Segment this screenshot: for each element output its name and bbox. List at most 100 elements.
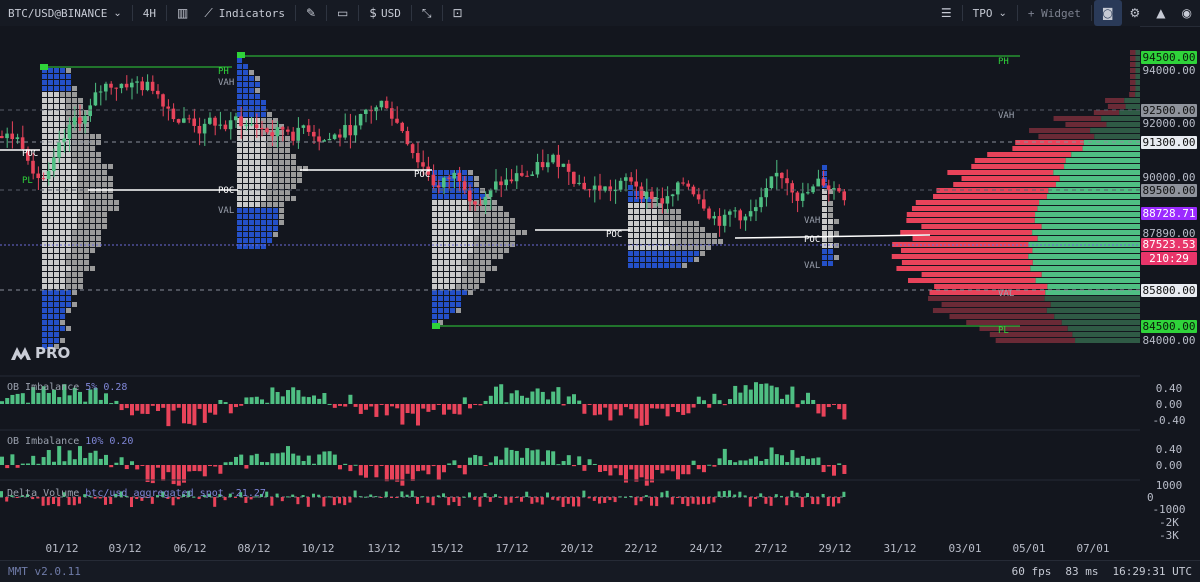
volume-profile-bar (1124, 98, 1140, 103)
interval-label: 4H (142, 6, 156, 20)
chart-canvas[interactable] (0, 26, 1200, 560)
account-button[interactable]: ◉ (1174, 0, 1200, 26)
tpo-block (456, 290, 461, 295)
tpo-block (60, 158, 65, 163)
candle-body (556, 154, 560, 167)
tpo-block (96, 194, 101, 199)
tpo-block (48, 128, 53, 133)
ob-imbalance-5-bar (592, 404, 597, 416)
tpo-block (492, 212, 497, 217)
tpo-block (48, 230, 53, 235)
ob-imbalance-10-bar (317, 454, 322, 465)
tpo-block (261, 142, 266, 147)
delta-volume-bar (816, 497, 820, 505)
delta-volume-bar (795, 492, 799, 497)
indicator-title-ob5[interactable]: OB Imbalance 5% 0.28 (7, 382, 127, 393)
ob-imbalance-10-bar (530, 450, 535, 465)
volume-profile-bar (906, 218, 1035, 223)
indicator-title-delta[interactable]: Delta Volume btc/usd aggregated spot -21… (7, 488, 266, 499)
ob-imbalance-10-bar (156, 465, 160, 468)
ob-imbalance-5-bar (676, 404, 680, 413)
ob-imbalance-10-bar (598, 465, 602, 472)
tpo-block (78, 152, 83, 157)
price-tag-85800: 85800.00 (1141, 284, 1197, 297)
ob-imbalance-10-bar (478, 456, 483, 465)
delta-volume-bar (426, 497, 430, 503)
volume-profile-bar (1082, 146, 1140, 151)
layout-mode-selector[interactable]: TPO ⌄ (965, 0, 1015, 26)
ob-imbalance-5-bar (98, 399, 103, 404)
tpo-block (42, 200, 47, 205)
ob-imbalance-10-bar (62, 461, 67, 465)
delta-volume-bar (504, 497, 508, 505)
ob-imbalance-10-bar (98, 458, 103, 465)
ob-imbalance-10-bar (234, 456, 238, 465)
screenshot-button[interactable]: ◙ (1093, 0, 1122, 26)
tpo-block (700, 251, 705, 256)
volume-profile-bar (1130, 56, 1136, 61)
tpo-block (279, 208, 284, 213)
tpo-block (78, 206, 83, 211)
chart-type-button[interactable]: ▥ (169, 0, 196, 26)
settings-button[interactable]: ⚙ (1122, 0, 1149, 26)
delta-volume-bar (312, 493, 315, 497)
tpo-block (456, 224, 461, 229)
ob-imbalance-10-bar (322, 451, 327, 465)
ob-imbalance-5-bar (286, 390, 290, 404)
ob-imbalance-5-bar (280, 396, 285, 404)
fullscreen-button[interactable]: ⤡ (414, 0, 440, 26)
tpo-block (78, 266, 83, 271)
volume-profile-bar (932, 308, 1047, 313)
add-widget-button[interactable]: + Widget (1020, 0, 1089, 26)
indicators-button[interactable]: ⟋ Indicators (196, 0, 293, 26)
volume-profile-bar (921, 272, 1042, 277)
draw-tool-button[interactable]: ✎ (298, 0, 324, 26)
tpo-block (462, 194, 467, 199)
tpo-block (432, 230, 437, 235)
currency-button[interactable]: $ USD (361, 0, 409, 26)
candle-body (52, 157, 56, 172)
ob-imbalance-5-bar (514, 390, 519, 404)
candle-body (119, 83, 124, 89)
tpo-block (432, 260, 437, 265)
settings-dropdown-button[interactable]: ⊡ (445, 0, 471, 26)
ob-imbalance-10-bar (540, 461, 545, 465)
tpo-block (237, 232, 242, 237)
tpo-block (267, 160, 272, 165)
list-icon: ☰ (940, 6, 952, 20)
ob-imbalance-10-bar (494, 456, 498, 465)
tpo-block (438, 206, 443, 211)
delta-volume-bar (343, 497, 347, 506)
tpo-block (96, 218, 101, 223)
tpo-block (822, 255, 827, 260)
symbol-selector[interactable]: BTC/USD@BINANCE ⌄ (0, 0, 130, 26)
list-button[interactable]: ☰ (933, 0, 960, 26)
ob-imbalance-10-bar (774, 454, 779, 465)
tpo-block (261, 214, 266, 219)
ob-imbalance-5-bar (650, 404, 654, 409)
tpo-block (78, 134, 83, 139)
indicator-title-ob10[interactable]: OB Imbalance 10% 0.20 (7, 436, 133, 447)
volume-profile-bar (1135, 92, 1140, 97)
volume-profile-bar (979, 326, 1068, 331)
delta-volume-bar (837, 497, 841, 504)
ob-imbalance-10-bar (582, 465, 587, 471)
folder-button[interactable]: ▭ (329, 0, 356, 26)
tpo-block (48, 80, 53, 85)
tpo-block (634, 251, 639, 256)
delta-volume-bar (644, 495, 648, 497)
interval-button[interactable]: 4H (135, 0, 164, 26)
tpo-block (444, 260, 449, 265)
delta-volume-bar (811, 497, 815, 505)
learn-button[interactable]: ▲ (1148, 0, 1173, 26)
indicator-params: 5% 0.28 (85, 382, 128, 393)
ob-imbalance-10-bar (800, 456, 805, 465)
ob-imbalance-5-bar (670, 404, 675, 408)
tpo-block (450, 296, 455, 301)
tpo-block (42, 230, 47, 235)
tpo-block (664, 245, 669, 250)
delta-volume-bar (582, 490, 586, 497)
tpo-block (438, 218, 443, 223)
tpo-block (42, 302, 47, 307)
ob-imbalance-5-bar (540, 391, 545, 404)
